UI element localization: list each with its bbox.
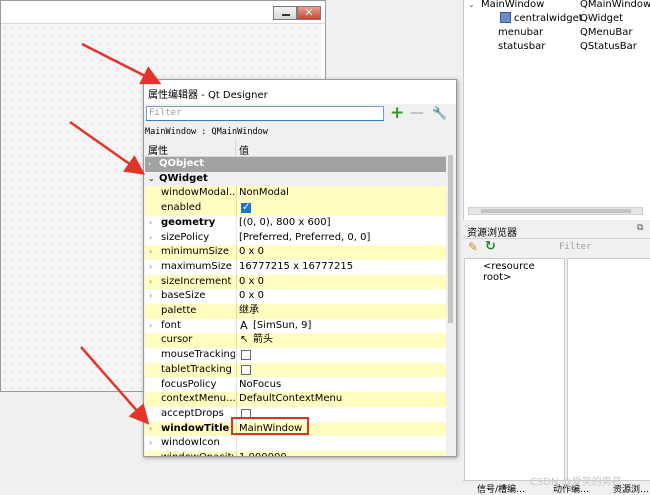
arrow-to-property-editor <box>81 42 162 85</box>
annotation-arrows <box>69 42 162 425</box>
arrow-to-qwidget <box>69 120 146 175</box>
watermark-text: CSDN @爱笑的男孩 <box>530 477 622 488</box>
arrow-to-window-title <box>80 346 150 425</box>
